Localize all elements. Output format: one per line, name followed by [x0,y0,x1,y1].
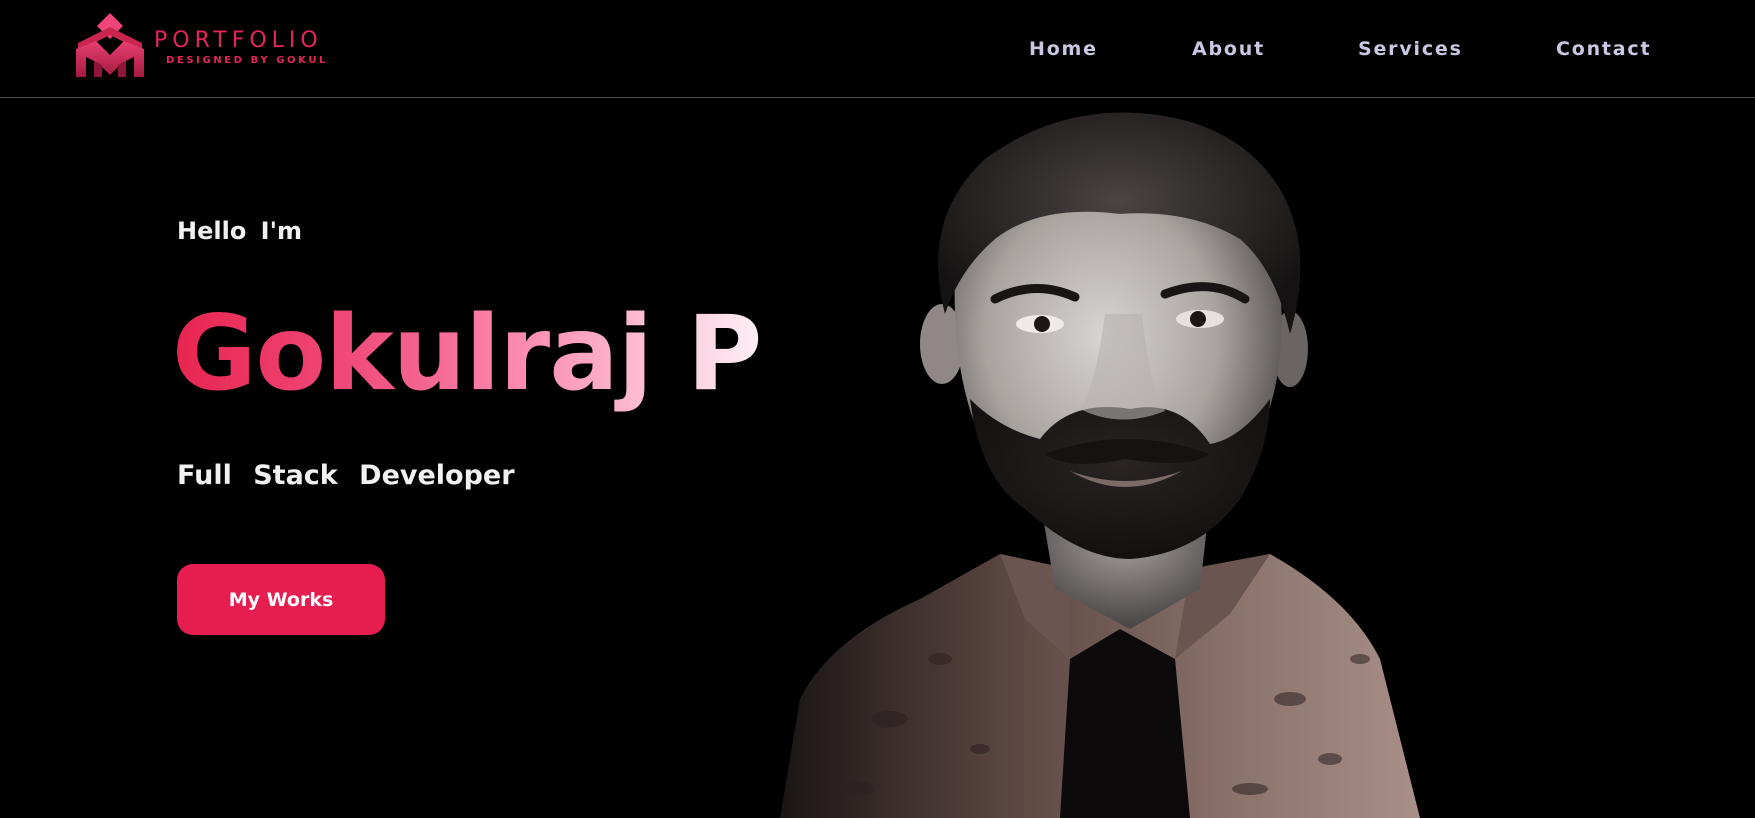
my-works-button[interactable]: My Works [177,564,385,635]
main-nav: Home About Services Contact [0,36,1755,62]
nav-link-services[interactable]: Services [1358,36,1463,62]
nav-link-contact[interactable]: Contact [1556,36,1651,62]
hero-role: Full Stack Developer [177,460,515,491]
hero-greeting: Hello I'm [177,217,302,245]
portrait-photo [780,112,1420,818]
nav-link-home[interactable]: Home [1029,36,1098,62]
nav-link-about[interactable]: About [1192,36,1265,62]
hero-name: Gokulraj P [172,290,762,418]
page: PORTFOLIO DESIGNED BY GOKUL Home About S… [0,0,1755,818]
site-header: PORTFOLIO DESIGNED BY GOKUL Home About S… [0,0,1755,98]
